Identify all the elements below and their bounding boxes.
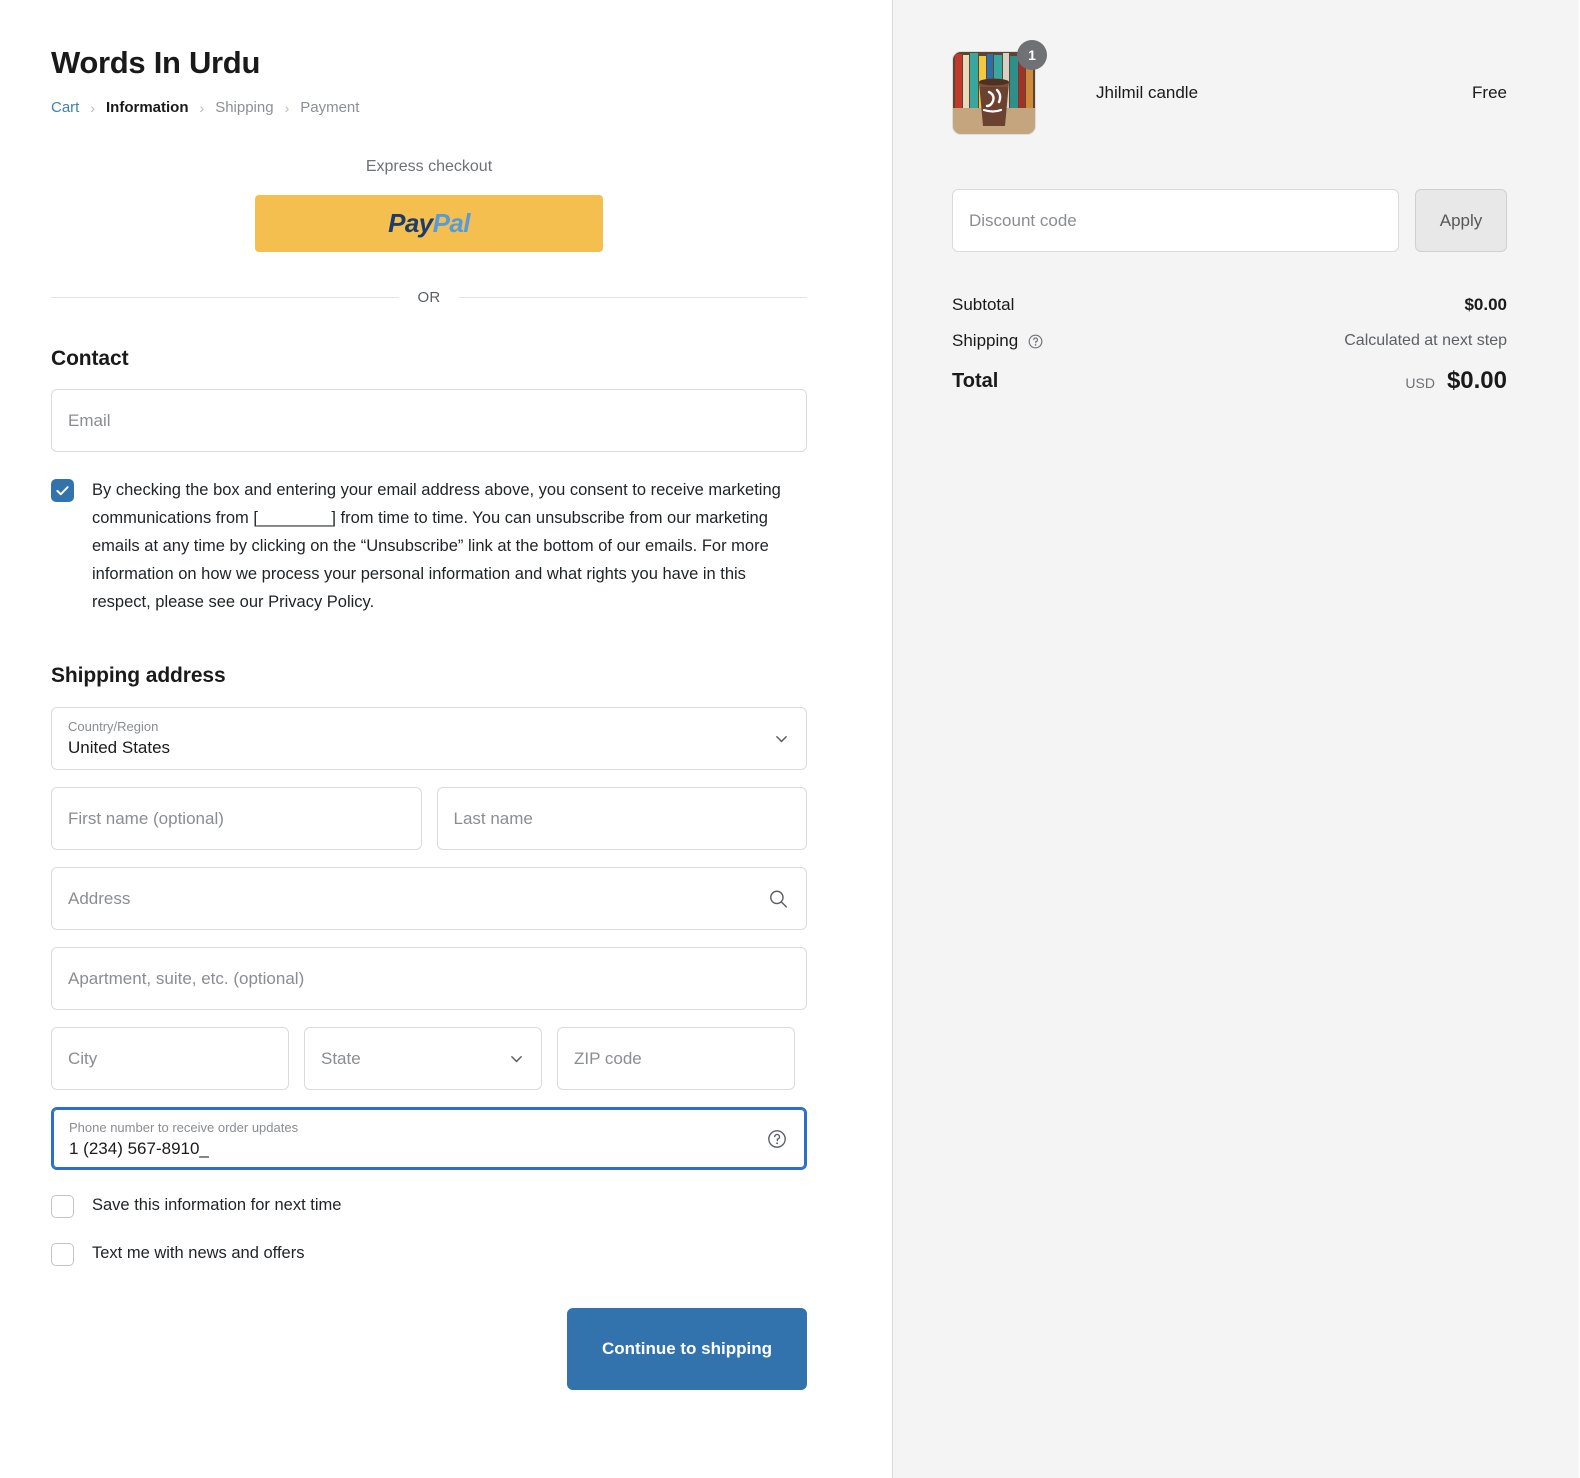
email-field[interactable]: Email [51, 389, 807, 452]
zip-code-placeholder: ZIP code [574, 1049, 642, 1069]
state-placeholder: State [321, 1049, 361, 1069]
subtotal-row: Subtotal $0.00 [952, 295, 1507, 315]
marketing-consent-label: By checking the box and entering your em… [92, 476, 807, 616]
save-information-label: Save this information for next time [92, 1196, 341, 1215]
save-information-row: Save this information for next time [51, 1192, 807, 1218]
search-icon[interactable] [768, 888, 789, 909]
phone-row: Phone number to receive order updates 1 … [51, 1107, 807, 1170]
apartment-placeholder: Apartment, suite, etc. (optional) [68, 969, 304, 989]
shipping-label: Shipping [952, 331, 1018, 351]
country-region-value: United States [68, 738, 170, 758]
contact-heading: Contact [51, 347, 807, 371]
chevron-right-icon: › [90, 101, 95, 115]
chevron-down-icon [775, 732, 788, 745]
phone-number-label: Phone number to receive order updates [69, 1120, 298, 1135]
total-label: Total [952, 370, 998, 393]
last-name-placeholder: Last name [454, 809, 533, 829]
save-information-checkbox[interactable] [51, 1195, 74, 1218]
divider-line-left [51, 297, 399, 298]
first-name-field[interactable]: First name (optional) [51, 787, 422, 850]
apartment-row: Apartment, suite, etc. (optional) [51, 947, 807, 1010]
country-region-label: Country/Region [68, 719, 158, 734]
quantity-badge: 1 [1017, 40, 1047, 70]
checkout-page: Words In Urdu Cart › Information › Shipp… [0, 0, 1580, 1478]
help-circle-icon[interactable] [1027, 333, 1044, 350]
marketing-consent-row: By checking the box and entering your em… [51, 476, 807, 616]
divider-line-right [459, 297, 807, 298]
paypal-logo: PayPal [388, 208, 470, 239]
contact-section: Contact Email By checking the box and en… [51, 347, 807, 616]
state-select[interactable]: State [304, 1027, 542, 1090]
order-line-item: 1 Jhilmil candle Free [952, 51, 1507, 135]
shipping-row: Shipping Calculated at next step [952, 331, 1507, 351]
breadcrumb-item-cart[interactable]: Cart [51, 99, 79, 116]
total-currency: USD [1405, 375, 1435, 391]
discount-code-input[interactable]: Discount code [952, 189, 1399, 252]
text-offers-label: Text me with news and offers [92, 1244, 304, 1263]
express-checkout-label: Express checkout [51, 158, 807, 176]
page-title: Words In Urdu [51, 44, 807, 81]
address-row: Address [51, 867, 807, 930]
shipping-label-group: Shipping [952, 331, 1044, 351]
checkout-form-panel: Words In Urdu Cart › Information › Shipp… [0, 0, 893, 1478]
city-placeholder: City [68, 1049, 97, 1069]
breadcrumb: Cart › Information › Shipping › Payment [51, 99, 807, 116]
marketing-consent-checkbox[interactable] [51, 479, 74, 502]
subtotal-value: $0.00 [1464, 295, 1507, 315]
text-offers-row: Text me with news and offers [51, 1240, 807, 1266]
breadcrumb-item-information: Information [106, 99, 189, 116]
text-offers-checkbox[interactable] [51, 1243, 74, 1266]
email-placeholder: Email [68, 411, 111, 431]
paypal-button[interactable]: PayPal [255, 195, 603, 252]
address-field[interactable]: Address [51, 867, 807, 930]
order-summary-panel: 1 Jhilmil candle Free Discount code Appl… [893, 0, 1579, 1478]
address-placeholder: Address [68, 889, 130, 909]
apartment-field[interactable]: Apartment, suite, etc. (optional) [51, 947, 807, 1010]
product-thumbnail-wrapper: 1 [952, 51, 1036, 135]
discount-row: Discount code Apply [952, 189, 1507, 252]
phone-number-field[interactable]: Phone number to receive order updates 1 … [51, 1107, 807, 1170]
product-name: Jhilmil candle [1096, 83, 1472, 103]
shipping-address-section: Shipping address Country/Region United S… [51, 664, 807, 1390]
phone-number-value: 1 (234) 567-8910_ [69, 1139, 209, 1159]
city-state-zip-row: City State ZIP code [51, 1027, 807, 1090]
submit-row: Continue to shipping [51, 1308, 807, 1390]
breadcrumb-item-shipping: Shipping [215, 99, 273, 116]
order-totals: Subtotal $0.00 Shipping Calculated at ne… [952, 295, 1507, 395]
subtotal-label: Subtotal [952, 295, 1014, 315]
chevron-down-icon [510, 1052, 523, 1065]
breadcrumb-item-payment: Payment [300, 99, 359, 116]
name-row: First name (optional) Last name [51, 787, 807, 850]
total-row: Total USD $0.00 [952, 367, 1507, 395]
chevron-right-icon: › [285, 101, 290, 115]
help-circle-icon[interactable] [766, 1128, 788, 1150]
last-name-field[interactable]: Last name [437, 787, 808, 850]
shipping-address-heading: Shipping address [51, 664, 807, 688]
or-label: OR [417, 289, 440, 306]
or-divider: OR [51, 289, 807, 306]
city-field[interactable]: City [51, 1027, 289, 1090]
continue-to-shipping-button[interactable]: Continue to shipping [567, 1308, 807, 1390]
chevron-right-icon: › [200, 101, 205, 115]
check-icon [55, 483, 70, 498]
discount-code-placeholder: Discount code [969, 211, 1077, 231]
total-value-group: USD $0.00 [1405, 367, 1507, 395]
shipping-value: Calculated at next step [1344, 332, 1507, 350]
product-price: Free [1472, 83, 1507, 103]
zip-code-field[interactable]: ZIP code [557, 1027, 795, 1090]
apply-discount-button[interactable]: Apply [1415, 189, 1507, 252]
first-name-placeholder: First name (optional) [68, 809, 224, 829]
country-region-select[interactable]: Country/Region United States [51, 707, 807, 770]
total-value: $0.00 [1447, 367, 1507, 395]
